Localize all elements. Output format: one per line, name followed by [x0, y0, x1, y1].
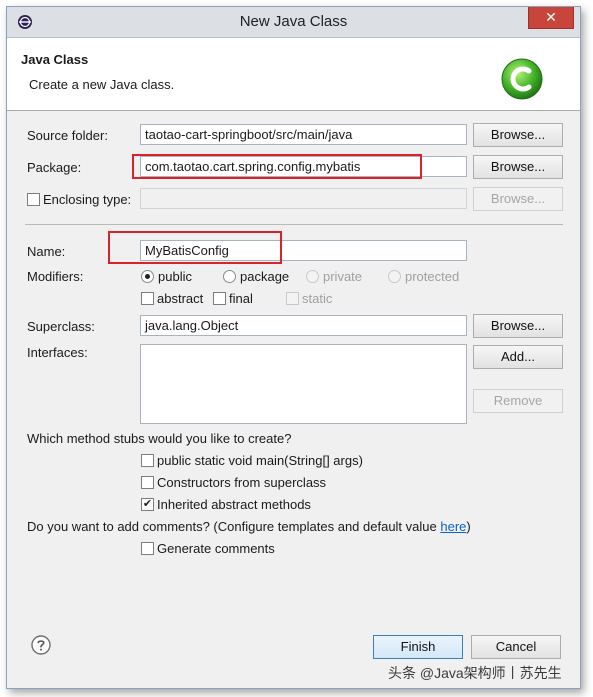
configure-templates-link[interactable]: here — [440, 519, 466, 534]
protected-radio-label: protected — [405, 269, 460, 284]
abstract-checkbox-label: abstract — [157, 291, 204, 306]
enclosing-type-label: Enclosing type: — [43, 192, 132, 207]
interfaces-label: Interfaces: — [27, 345, 88, 360]
abstract-checkbox[interactable] — [141, 292, 154, 305]
private-radio-label: private — [323, 269, 363, 284]
inherited-methods-label: Inherited abstract methods — [157, 497, 311, 512]
comments-question: Do you want to add comments? (Configure … — [27, 519, 471, 534]
constructors-label: Constructors from superclass — [157, 475, 327, 490]
banner-title: Java Class — [21, 52, 89, 67]
source-folder-label: Source folder: — [27, 128, 108, 143]
static-checkbox-label: static — [302, 291, 333, 306]
superclass-browse-button[interactable]: Browse... — [473, 314, 563, 338]
comments-question-text: Do you want to add comments? (Configure … — [27, 519, 441, 534]
main-method-checkbox[interactable] — [141, 454, 154, 467]
package-label: Package: — [27, 160, 82, 175]
package-field[interactable]: com.taotao.cart.spring.config.mybatis — [140, 156, 467, 177]
private-radio[interactable] — [306, 270, 319, 283]
package-browse-button[interactable]: Browse... — [473, 155, 563, 179]
package-radio[interactable] — [223, 270, 236, 283]
interfaces-list[interactable] — [140, 344, 467, 424]
window-title: New Java Class — [239, 13, 348, 30]
interfaces-add-button[interactable]: Add... — [473, 345, 563, 369]
title-bar: New Java Class ✕ — [7, 7, 580, 38]
inherited-methods-checkbox[interactable]: ✔ — [141, 498, 154, 511]
constructors-checkbox[interactable] — [141, 476, 154, 489]
generate-comments-checkbox[interactable] — [141, 542, 154, 555]
java-class-logo-icon — [501, 58, 543, 100]
help-icon[interactable] — [31, 635, 51, 655]
finish-button[interactable]: Finish — [373, 635, 463, 659]
superclass-label: Superclass: — [27, 319, 95, 334]
enclosing-type-checkbox[interactable] — [27, 193, 40, 206]
banner-description: Create a new Java class. — [29, 77, 175, 92]
main-method-label: public static void main(String[] args) — [157, 453, 363, 468]
protected-radio[interactable] — [388, 270, 401, 283]
public-radio-label: public — [158, 269, 192, 284]
name-field[interactable]: MyBatisConfig — [140, 240, 467, 261]
source-folder-browse-button[interactable]: Browse... — [473, 123, 563, 147]
modifiers-label: Modifiers: — [27, 269, 84, 284]
enclosing-type-field[interactable] — [140, 188, 467, 209]
method-stubs-question: Which method stubs would you like to cre… — [27, 431, 292, 446]
interfaces-remove-button[interactable]: Remove — [473, 389, 563, 413]
package-radio-label: package — [240, 269, 290, 284]
watermark-text: 头条 @Java架构师丨苏先生 — [388, 665, 562, 681]
final-checkbox[interactable] — [213, 292, 226, 305]
enclosing-type-browse-button[interactable]: Browse... — [473, 187, 563, 211]
cancel-button[interactable]: Cancel — [471, 635, 561, 659]
public-radio[interactable] — [141, 270, 154, 283]
final-checkbox-label: final — [229, 291, 253, 306]
source-folder-field[interactable]: taotao-cart-springboot/src/main/java — [140, 124, 467, 145]
separator — [25, 224, 563, 225]
name-label: Name: — [27, 244, 66, 259]
new-java-class-dialog: New Java Class ✕ Java Class Create a new… — [6, 6, 581, 689]
header-banner: Java Class Create a new Java class. — [7, 38, 580, 111]
comments-question-close: ) — [466, 519, 471, 534]
superclass-field[interactable]: java.lang.Object — [140, 315, 467, 336]
generate-comments-label: Generate comments — [157, 541, 275, 556]
static-checkbox[interactable] — [286, 292, 299, 305]
close-button[interactable]: ✕ — [528, 7, 574, 29]
